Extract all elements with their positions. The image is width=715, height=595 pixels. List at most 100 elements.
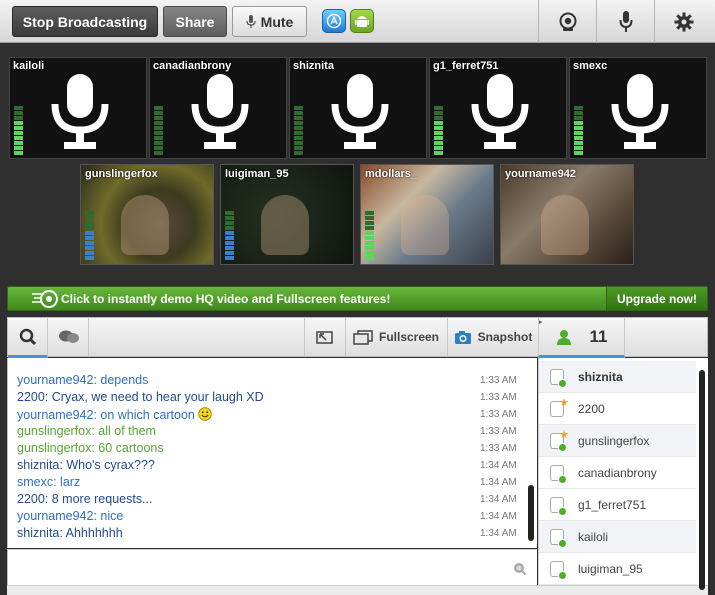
mute-button[interactable]: Mute xyxy=(232,6,307,37)
audio-level-meter xyxy=(154,105,163,155)
user-list-item[interactable]: kailoli xyxy=(539,521,697,553)
online-status-icon xyxy=(558,570,567,580)
share-button[interactable]: Share xyxy=(163,6,227,37)
star-icon: ★ xyxy=(559,396,569,409)
user-list-item[interactable]: g1_ferret751 xyxy=(539,489,697,521)
audio-level-meter xyxy=(225,210,234,260)
participant-name: g1_ferret751 xyxy=(433,60,499,72)
webcam-icon xyxy=(559,12,576,31)
user-list-item[interactable]: ★ gunslingerfox xyxy=(539,425,697,457)
video-tile[interactable]: mdollars_ xyxy=(360,164,494,265)
star-icon: ★ xyxy=(559,428,569,441)
camera-icon xyxy=(454,330,471,344)
audio-tile[interactable]: shiznita xyxy=(289,57,427,159)
search-icon xyxy=(19,328,36,345)
tab-conversations[interactable] xyxy=(49,318,89,356)
message-timestamp: 1:34 AM xyxy=(480,460,517,471)
android-icon[interactable] xyxy=(350,9,374,33)
audio-tile[interactable]: g1_ferret751 xyxy=(429,57,567,159)
ios-app-store-icon[interactable] xyxy=(322,9,346,33)
avatar xyxy=(550,528,567,548)
popout-button[interactable] xyxy=(304,318,344,356)
webcam-button[interactable] xyxy=(538,0,596,43)
message-text: yourname942: nice xyxy=(17,509,124,523)
user-list-item[interactable]: luigiman_95 xyxy=(539,553,697,585)
user-list-item[interactable]: ★ 2200 xyxy=(539,393,697,425)
message-timestamp: 1:34 AM xyxy=(480,511,517,522)
message-timestamp: 1:34 AM xyxy=(480,477,517,488)
chat-message: smexc: larz xyxy=(17,475,80,489)
online-status-icon xyxy=(558,538,567,548)
message-timestamp: 1:33 AM xyxy=(480,409,517,420)
online-status-icon xyxy=(558,506,567,516)
avatar xyxy=(550,368,567,388)
user-count: 11 xyxy=(589,326,608,346)
microphone-button[interactable] xyxy=(596,0,654,43)
stop-broadcasting-button[interactable]: Stop Broadcasting xyxy=(12,6,158,37)
video-tile[interactable]: yourname942 xyxy=(500,164,634,265)
audio-tile[interactable]: kailoli xyxy=(9,57,147,159)
microphone-icon xyxy=(610,74,670,157)
participant-name: canadianbrony xyxy=(153,60,232,72)
audio-tile[interactable]: smexc xyxy=(569,57,707,159)
message-text: shiznita: Ahhhhhhh xyxy=(17,526,123,540)
video-tile[interactable]: gunslingerfox xyxy=(80,164,214,265)
avatar xyxy=(550,560,567,580)
hq-video-icon xyxy=(32,290,58,308)
message-text: yourname942: depends xyxy=(17,373,149,387)
video-feed xyxy=(121,195,169,255)
user-list-item[interactable]: shiznita xyxy=(539,361,697,393)
smiley-emoji-icon xyxy=(198,407,213,421)
tab-users[interactable]: 11 xyxy=(538,318,625,358)
audio-level-meter xyxy=(294,105,303,155)
user-icon xyxy=(556,329,571,345)
snapshot-button[interactable]: Snapshot xyxy=(447,318,538,356)
participant-name: kailoli xyxy=(13,60,45,72)
fullscreen-icon xyxy=(353,329,373,345)
chat-input[interactable] xyxy=(7,549,537,585)
chat-toolbar: Fullscreen Snapshot ▸ 11 xyxy=(7,317,708,358)
message-text: gunslingerfox: all of them xyxy=(17,424,156,438)
audio-level-meter xyxy=(365,210,374,260)
video-tile[interactable]: luigiman_95 xyxy=(220,164,354,265)
microphone-icon xyxy=(470,74,530,157)
chat-scrollbar[interactable] xyxy=(526,358,536,548)
chat-message: yourname942: nice xyxy=(17,509,123,523)
user-name: gunslingerfox xyxy=(578,433,650,448)
chat-message: 2200: Cryax, we need to hear your laugh … xyxy=(17,390,264,404)
participant-name: mdollars_ xyxy=(365,168,417,180)
chat-log: yourname942: depends 1:33 AM 2200: Cryax, … xyxy=(7,358,537,548)
gear-icon xyxy=(674,12,693,31)
user-list-scrollbar[interactable] xyxy=(696,358,708,590)
promo-text[interactable]: Click to instantly demo HQ video and Ful… xyxy=(61,292,390,306)
online-status-icon xyxy=(558,474,567,484)
message-timestamp: 1:33 AM xyxy=(480,392,517,403)
chat-bubbles-icon xyxy=(58,330,79,343)
microphone-icon xyxy=(246,14,256,28)
message-timestamp: 1:34 AM xyxy=(480,494,517,505)
user-list-scrollbar-thumb[interactable] xyxy=(699,370,705,590)
message-text: yourname942: on which cartoon xyxy=(17,408,195,422)
upgrade-button[interactable]: Upgrade now! xyxy=(606,287,707,310)
bottom-toolbar xyxy=(7,585,708,595)
settings-button[interactable] xyxy=(654,0,712,43)
tab-search[interactable] xyxy=(8,318,48,358)
microphone-icon xyxy=(619,10,632,32)
online-status-icon xyxy=(558,378,567,388)
promo-bar[interactable]: Click to instantly demo HQ video and Ful… xyxy=(7,286,708,311)
popout-icon xyxy=(315,331,333,344)
user-name: 2200 xyxy=(578,401,605,416)
fullscreen-button[interactable]: Fullscreen xyxy=(345,318,446,356)
audio-level-meter xyxy=(14,105,23,155)
participant-name: smexc xyxy=(573,60,608,72)
audio-tile[interactable]: canadianbrony xyxy=(149,57,287,159)
microphone-icon xyxy=(330,74,390,157)
microphone-icon xyxy=(50,74,110,157)
user-list-item[interactable]: canadianbrony xyxy=(539,457,697,489)
search-icon[interactable] xyxy=(513,562,526,575)
fullscreen-label: Fullscreen xyxy=(378,330,440,344)
message-text: 2200: Cryax, we need to hear your laugh … xyxy=(17,390,264,404)
audio-level-meter xyxy=(434,105,443,155)
chat-scrollbar-thumb[interactable] xyxy=(528,485,534,541)
chat-message: shiznita: Ahhhhhhh xyxy=(17,526,123,540)
